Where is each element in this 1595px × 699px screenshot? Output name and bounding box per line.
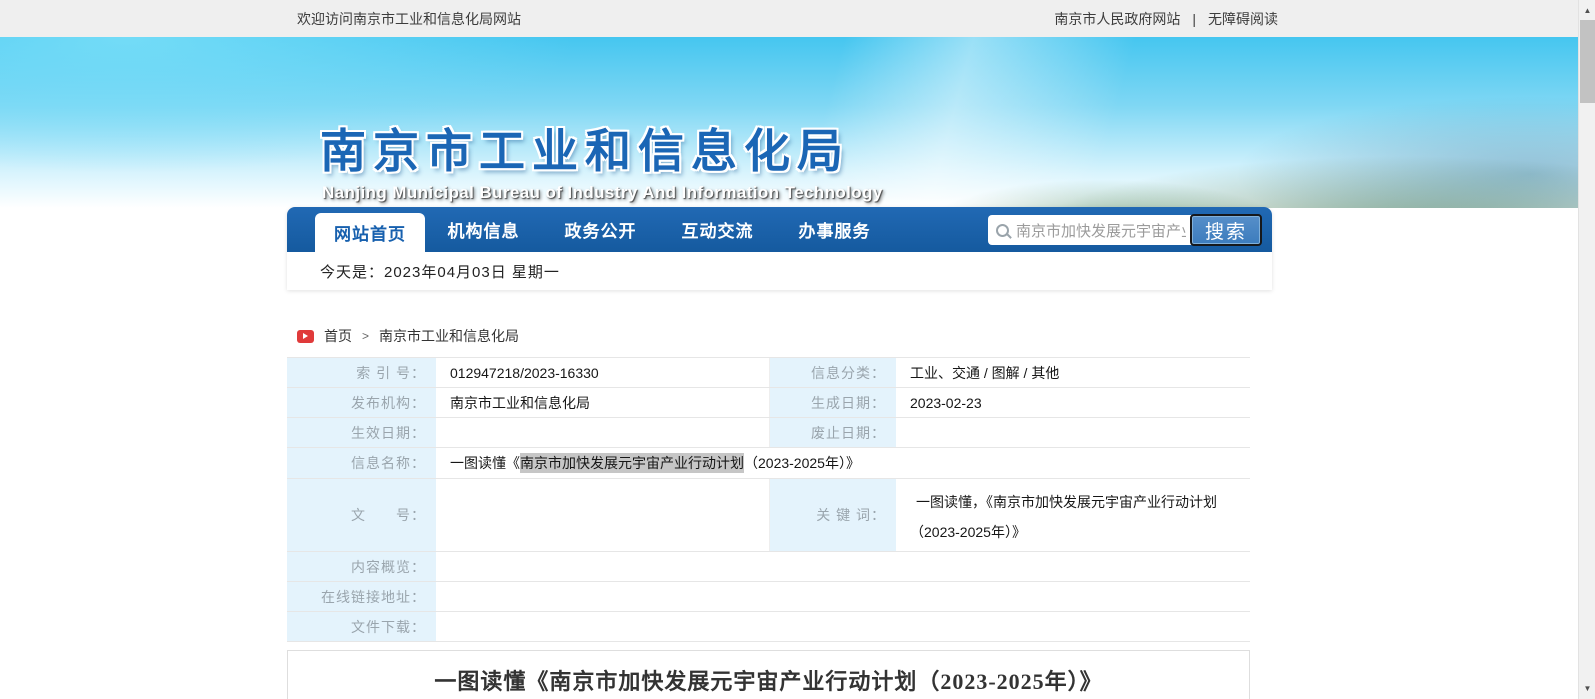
tab-services[interactable]: 办事服务	[776, 207, 893, 252]
scrollbar-thumb[interactable]	[1580, 20, 1595, 103]
value-effective-date	[437, 418, 770, 447]
nav-container: 网站首页 机构信息 政务公开 互动交流 办事服务 搜索 今天是：2023年04月…	[287, 207, 1272, 290]
value-info-name: 一图读懂《南京市加快发展元宇宙产业行动计划（2023-2025年）》	[437, 448, 1250, 478]
value-repeal-date	[897, 418, 1250, 447]
article-box: 一图读懂《南京市加快发展元宇宙产业行动计划（2023-2025年）》	[287, 650, 1250, 699]
table-row: 在线链接地址：	[287, 582, 1250, 612]
table-row-docnum-keywords: 文 号： 关 键 词： 一图读懂，《南京市加快发展元宇宙产业行动计划（2023-…	[287, 479, 1250, 552]
info-name-suffix: （2023-2025年）》	[744, 453, 860, 473]
value-content-overview	[437, 552, 1250, 581]
tab-gov-affairs[interactable]: 政务公开	[542, 207, 659, 252]
table-row: 索 引 号： 012947218/2023-16330 信息分类： 工业、交通 …	[287, 358, 1250, 388]
scroll-down-icon[interactable]: ▼	[1579, 680, 1595, 697]
tab-home[interactable]: 网站首页	[315, 213, 425, 252]
value-info-category: 工业、交通 / 图解 / 其他	[897, 358, 1250, 387]
search-input-wrap	[988, 215, 1200, 245]
search-button[interactable]: 搜索	[1190, 214, 1262, 246]
search-input[interactable]	[1016, 222, 1186, 239]
label-info-category: 信息分类：	[770, 358, 897, 387]
value-keywords: 一图读懂，《南京市加快发展元宇宙产业行动计划（2023-2025年）》	[897, 479, 1250, 551]
table-row: 文件下载：	[287, 612, 1250, 642]
document-meta-table: 索 引 号： 012947218/2023-16330 信息分类： 工业、交通 …	[287, 357, 1250, 642]
accessibility-link[interactable]: 无障碍阅读	[1208, 9, 1278, 29]
value-issue-date: 2023-02-23	[897, 388, 1250, 417]
welcome-text: 欢迎访问南京市工业和信息化局网站	[297, 9, 521, 29]
search-area: 搜索	[988, 214, 1262, 246]
label-index-number: 索 引 号：	[287, 358, 437, 387]
tab-org-info[interactable]: 机构信息	[425, 207, 542, 252]
top-utility-bar: 欢迎访问南京市工业和信息化局网站 南京市人民政府网站 | 无障碍阅读	[0, 0, 1578, 37]
table-row-info-name: 信息名称： 一图读懂《南京市加快发展元宇宙产业行动计划（2023-2025年）》	[287, 448, 1250, 479]
label-info-name: 信息名称：	[287, 448, 437, 478]
article-title: 一图读懂《南京市加快发展元宇宙产业行动计划（2023-2025年）》	[434, 664, 1102, 699]
label-content-overview: 内容概览：	[287, 552, 437, 581]
table-row: 内容概览：	[287, 552, 1250, 582]
main-nav: 网站首页 机构信息 政务公开 互动交流 办事服务 搜索	[287, 207, 1272, 252]
gov-site-link[interactable]: 南京市人民政府网站	[1054, 9, 1180, 29]
label-repeal-date: 废止日期：	[770, 418, 897, 447]
breadcrumb-home-link[interactable]: 首页	[324, 326, 352, 346]
vertical-scrollbar: ▲ ▼	[1578, 0, 1595, 699]
value-issuing-agency: 南京市工业和信息化局	[437, 388, 770, 417]
today-date-text: 今天是：2023年04月03日 星期一	[320, 261, 560, 282]
breadcrumb: 首页 > 南京市工业和信息化局	[297, 327, 519, 345]
site-title: 南京市工业和信息化局	[320, 115, 850, 181]
label-file-download: 文件下载：	[287, 612, 437, 641]
table-row: 生效日期： 废止日期：	[287, 418, 1250, 448]
label-effective-date: 生效日期：	[287, 418, 437, 447]
breadcrumb-marker-icon	[297, 330, 314, 343]
breadcrumb-current: 南京市工业和信息化局	[379, 326, 519, 346]
label-keywords: 关 键 词：	[770, 479, 897, 551]
table-row: 发布机构： 南京市工业和信息化局 生成日期： 2023-02-23	[287, 388, 1250, 418]
info-name-highlighted: 南京市加快发展元宇宙产业行动计划	[520, 453, 744, 473]
breadcrumb-separator: >	[362, 329, 369, 343]
header-banner: 南京市工业和信息化局 Nanjing Municipal Bureau of I…	[0, 37, 1578, 208]
topbar-divider: |	[1192, 11, 1196, 27]
label-issuing-agency: 发布机构：	[287, 388, 437, 417]
scroll-up-icon[interactable]: ▲	[1579, 2, 1595, 19]
label-issue-date: 生成日期：	[770, 388, 897, 417]
tab-interaction[interactable]: 互动交流	[659, 207, 776, 252]
date-bar: 今天是：2023年04月03日 星期一	[287, 252, 1272, 290]
info-name-prefix: 一图读懂《	[450, 453, 520, 473]
site-subtitle-en: Nanjing Municipal Bureau of Industry And…	[322, 183, 883, 203]
value-online-link	[437, 582, 1250, 611]
label-online-link: 在线链接地址：	[287, 582, 437, 611]
value-doc-number	[437, 479, 770, 551]
label-doc-number: 文 号：	[287, 479, 437, 551]
value-file-download	[437, 612, 1250, 641]
search-icon	[996, 224, 1009, 237]
value-index-number: 012947218/2023-16330	[437, 358, 770, 387]
